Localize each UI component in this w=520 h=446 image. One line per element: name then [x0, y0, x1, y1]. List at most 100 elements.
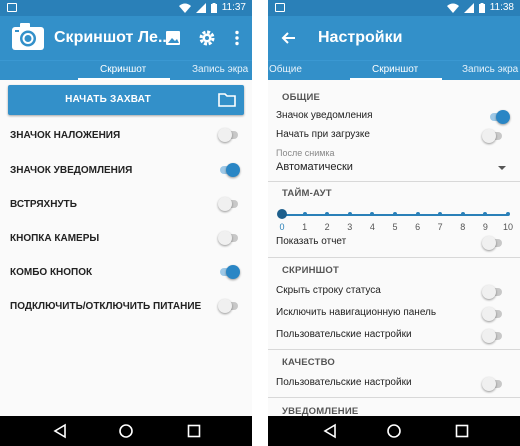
timeout-tick-dot [415, 212, 420, 216]
timeout-tick-label: 0 [279, 222, 285, 232]
tab-screenshot[interactable]: Скриншот [372, 64, 418, 75]
home-circle-icon[interactable] [386, 423, 402, 439]
timeout-tick-dot [393, 212, 397, 216]
setting-label: Исключить навигационную панель [276, 307, 437, 318]
setting-label: КНОПКА КАМЕРЫ [10, 233, 100, 244]
setting-label: Скрыть строку статуса [276, 285, 381, 296]
dropdown-caret-icon [498, 166, 506, 170]
tab-indicator [78, 78, 170, 80]
back-triangle-icon[interactable] [322, 423, 338, 439]
section-screenshot-heading: СКРИНШОТ [282, 265, 340, 276]
setting-label: Значок уведомления [276, 110, 373, 121]
divider [268, 397, 520, 398]
setting-label: Пользовательские настройки [276, 377, 412, 388]
timeout-tick-label: 8 [460, 222, 466, 232]
hide-status-bar-switch[interactable] [482, 285, 504, 299]
camera-button-switch[interactable] [218, 231, 240, 245]
start-capture-button[interactable]: НАЧАТЬ ЗАХВАТ [8, 85, 244, 115]
wifi-icon [446, 3, 459, 13]
app-title: Скриншот Ле... [54, 29, 172, 46]
setting-row-show-report[interactable]: Показать отчет [268, 234, 520, 252]
status-time: 11:37 [221, 2, 246, 13]
status-bar: 11:37 [0, 0, 252, 16]
folder-icon[interactable] [218, 92, 236, 107]
timeout-tick-label: 6 [415, 222, 421, 232]
timeout-slider-thumb[interactable] [277, 209, 287, 219]
home-circle-icon[interactable] [118, 423, 134, 439]
tab-screen-record[interactable]: Запись экра [192, 64, 248, 75]
app-bar: Настройки [268, 16, 520, 60]
setting-label: ПОДКЛЮЧИТЬ/ОТКЛЮЧИТЬ ПИТАНИЕ [10, 301, 202, 312]
exclude-nav-bar-switch[interactable] [482, 307, 504, 321]
back-triangle-icon[interactable] [52, 423, 68, 439]
start-on-boot-switch[interactable] [482, 129, 504, 143]
timeout-tick-label: 3 [347, 222, 353, 232]
setting-label: Пользовательские настройки [276, 329, 412, 340]
power-connect-switch[interactable] [218, 299, 240, 313]
setting-row-custom-settings[interactable]: Пользовательские настройки [268, 327, 520, 345]
timeout-tick-dot [506, 212, 510, 216]
overflow-menu-icon[interactable] [228, 29, 246, 47]
status-bar: 11:38 [268, 0, 520, 16]
button-combo-switch[interactable] [218, 265, 240, 279]
notification-icon-switch[interactable] [488, 110, 510, 124]
setting-row-notification-icon[interactable]: ЗНАЧОК УВЕДОМЛЕНИЯ [0, 153, 252, 187]
tab-screen-record[interactable]: Запись экра [462, 64, 518, 75]
timeout-tick-label: 4 [369, 222, 375, 232]
wifi-icon [178, 3, 191, 13]
timeout-tick-label: 7 [437, 222, 443, 232]
screenshot-custom-settings-switch[interactable] [482, 329, 504, 343]
timeout-tick-label: 5 [392, 222, 398, 232]
recents-square-icon[interactable] [454, 423, 470, 439]
page-title: Настройки [318, 29, 403, 46]
back-arrow-icon[interactable] [280, 29, 298, 47]
setting-row-camera-button[interactable]: КНОПКА КАМЕРЫ [0, 221, 252, 255]
show-report-switch[interactable] [482, 236, 504, 250]
tab-general[interactable]: Общие [269, 64, 302, 75]
setting-row-button-combo[interactable]: КОМБО КНОПОК [0, 255, 252, 289]
divider [268, 181, 520, 182]
recents-square-icon[interactable] [186, 423, 202, 439]
setting-label: Начать при загрузке [276, 129, 370, 140]
tab-screenshot[interactable]: Скриншот [100, 64, 146, 75]
after-capture-dropdown[interactable]: Автоматически [276, 159, 508, 177]
setting-label: ЗНАЧОК НАЛОЖЕНИЯ [10, 130, 121, 141]
phone-left: 11:37 Скриншот Ле... Скриншот Запись экр… [0, 0, 252, 446]
setting-row-shake[interactable]: ВСТРЯХНУТЬ [0, 187, 252, 221]
setting-row-power-connect[interactable]: ПОДКЛЮЧИТЬ/ОТКЛЮЧИТЬ ПИТАНИЕ [0, 289, 252, 323]
setting-row-hide-status-bar[interactable]: Скрыть строку статуса [268, 283, 520, 301]
gallery-icon[interactable] [164, 29, 182, 47]
setting-row-start-on-boot[interactable]: Начать при загрузке [268, 127, 520, 145]
quality-custom-settings-switch[interactable] [482, 377, 504, 391]
overlay-icon-switch[interactable] [218, 128, 240, 142]
divider [268, 349, 520, 350]
tab-bar: Общие Скриншот Запись экра [268, 60, 520, 80]
after-capture-value: Автоматически [276, 161, 353, 173]
app-bar: Скриншот Ле... [0, 16, 252, 60]
setting-label: ЗНАЧОК УВЕДОМЛЕНИЯ [10, 165, 133, 176]
timeout-tick-label: 10 [502, 222, 513, 232]
shake-switch[interactable] [218, 197, 240, 211]
status-time: 11:38 [489, 2, 514, 13]
divider [268, 257, 520, 258]
settings-gear-icon[interactable] [198, 29, 216, 47]
tab-indicator [350, 78, 442, 80]
tab-bar: Скриншот Запись экра [0, 60, 252, 80]
screenshot-notification-icon [7, 3, 17, 12]
battery-icon [210, 3, 217, 13]
timeout-tick-dot [460, 212, 465, 216]
setting-row-quality-custom-settings[interactable]: Пользовательские настройки [268, 375, 520, 393]
phone-right: 11:38 Настройки Общие Скриншот Запись эк… [268, 0, 520, 446]
section-quality-heading: КАЧЕСТВО [282, 357, 335, 368]
setting-row-notification-icon[interactable]: Значок уведомления [268, 108, 520, 126]
app-logo-camera-icon [12, 23, 44, 50]
section-timeout-heading: ТАЙМ-АУТ [282, 188, 332, 199]
start-capture-label: НАЧАТЬ ЗАХВАТ [65, 94, 151, 105]
battery-icon [478, 3, 485, 13]
notification-icon-switch[interactable] [218, 163, 240, 177]
setting-label: ВСТРЯХНУТЬ [10, 199, 77, 210]
setting-row-overlay-icon[interactable]: ЗНАЧОК НАЛОЖЕНИЯ [0, 118, 252, 152]
setting-row-exclude-nav-bar[interactable]: Исключить навигационную панель [268, 305, 520, 323]
timeout-tick-label: 2 [324, 222, 330, 232]
setting-label: Показать отчет [276, 236, 347, 247]
